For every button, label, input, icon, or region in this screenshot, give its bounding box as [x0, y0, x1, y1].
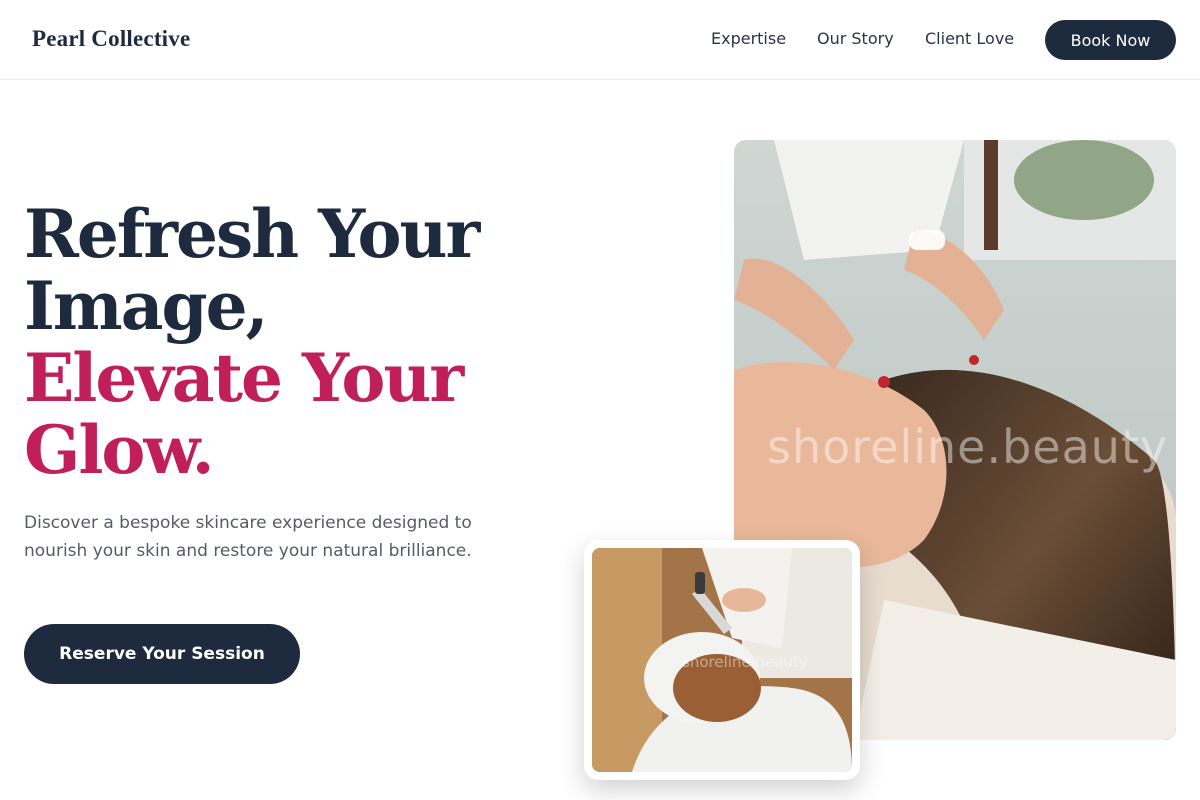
hero-headline: Refresh Your Image, Elevate Your Glow.: [24, 198, 584, 486]
nav-link-our-story[interactable]: Our Story: [817, 29, 894, 48]
headline-line-3: Elevate Your: [24, 339, 464, 417]
hero-thumbnail-card: shoreline.beauty: [584, 540, 860, 780]
reserve-session-button[interactable]: Reserve Your Session: [24, 624, 300, 684]
nav-link-client-love[interactable]: Client Love: [925, 29, 1014, 48]
book-now-button[interactable]: Book Now: [1045, 20, 1176, 60]
headline-line-2: Image,: [24, 267, 269, 345]
top-navigation-bar: Pearl Collective Expertise Our Story Cli…: [0, 0, 1200, 80]
hero-description: Discover a bespoke skincare experience d…: [24, 513, 472, 561]
brand-logo[interactable]: Pearl Collective: [32, 26, 190, 52]
headline-line-4: Glow.: [24, 411, 215, 489]
nav-link-expertise[interactable]: Expertise: [711, 29, 786, 48]
hero-thumbnail-photo: shoreline.beauty: [592, 548, 852, 772]
headline-line-1: Refresh Your: [24, 195, 480, 273]
thumbnail-watermark: shoreline.beauty: [682, 653, 808, 671]
